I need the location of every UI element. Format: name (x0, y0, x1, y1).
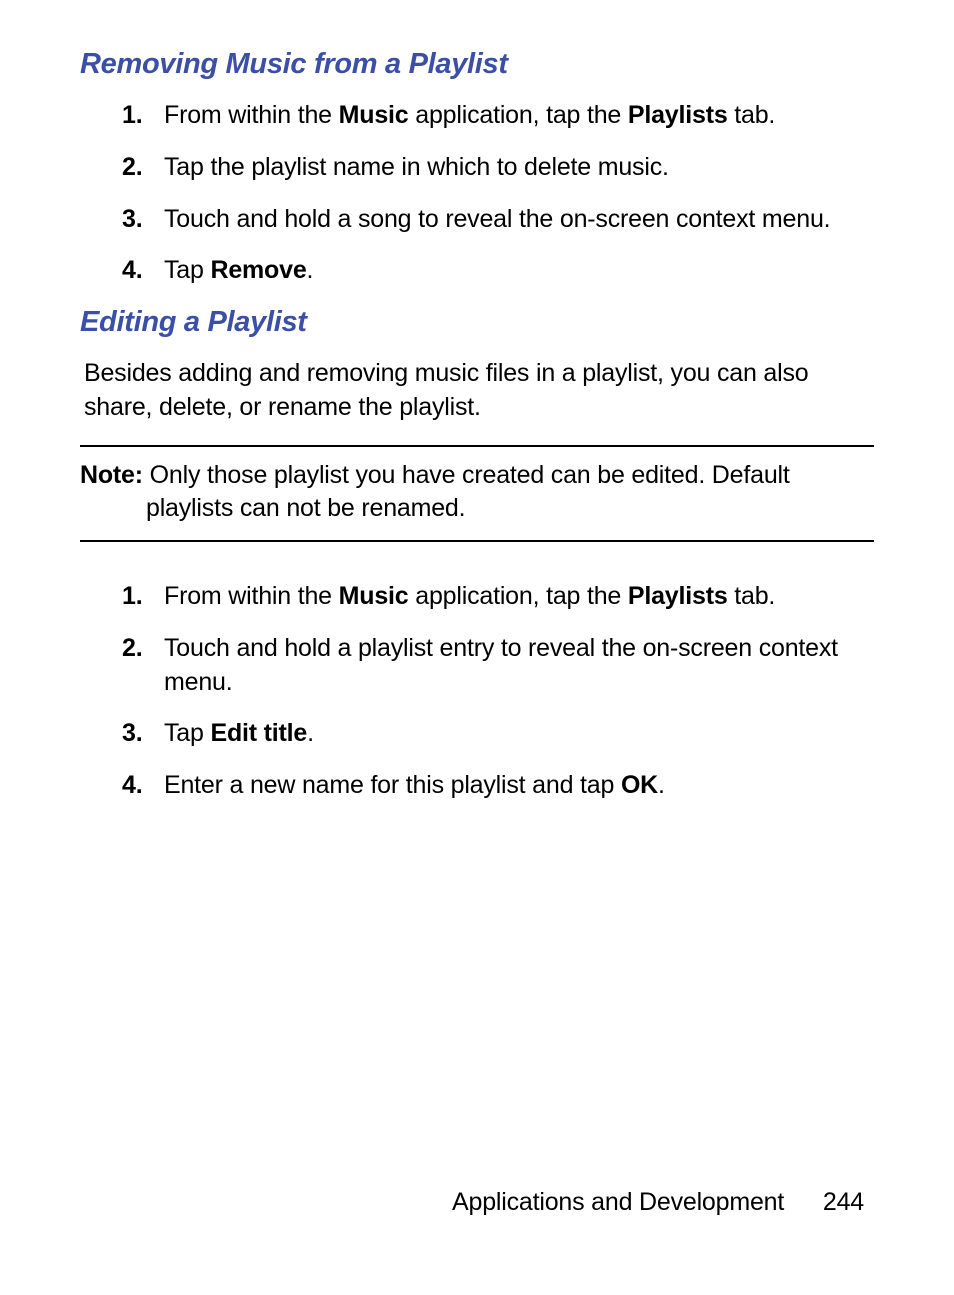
item-number: 1. (122, 99, 164, 133)
text: Enter a new name for this playlist and t… (164, 771, 621, 799)
bold-text: Playlists (628, 101, 728, 129)
item-content: From within the Music application, tap t… (164, 580, 874, 614)
item-content: Tap Edit title. (164, 717, 874, 751)
note-text: Only those playlist you have created can… (143, 461, 790, 489)
text: tab. (728, 101, 776, 129)
list-item: 4. Tap Remove. (122, 254, 874, 288)
note-label: Note: (80, 461, 143, 489)
heading-removing-music: Removing Music from a Playlist (80, 48, 874, 81)
item-number: 2. (122, 151, 164, 185)
text: From within the (164, 101, 339, 129)
item-content: Tap the playlist name in which to delete… (164, 151, 874, 185)
text: application, tap the (409, 101, 628, 129)
list-item: 3. Tap Edit title. (122, 717, 874, 751)
item-content: Tap Remove. (164, 254, 874, 288)
bold-text: OK (621, 771, 658, 799)
note-text-cont: playlists can not be renamed. (80, 492, 874, 526)
item-number: 4. (122, 254, 164, 288)
intro-paragraph: Besides adding and removing music files … (80, 357, 874, 425)
text: From within the (164, 582, 339, 610)
bold-text: Edit title (210, 719, 307, 747)
list-item: 2. Tap the playlist name in which to del… (122, 151, 874, 185)
text: Tap (164, 719, 210, 747)
text: . (307, 719, 314, 747)
text: tab. (728, 582, 776, 610)
item-number: 3. (122, 203, 164, 237)
item-content: Touch and hold a playlist entry to revea… (164, 632, 874, 700)
footer-page-number: 244 (823, 1188, 864, 1216)
list-item: 4. Enter a new name for this playlist an… (122, 769, 874, 803)
list-section2: 1. From within the Music application, ta… (80, 580, 874, 803)
heading-editing-playlist: Editing a Playlist (80, 306, 874, 339)
item-number: 4. (122, 769, 164, 803)
bold-text: Music (339, 101, 409, 129)
item-content: From within the Music application, tap t… (164, 99, 874, 133)
footer-chapter: Applications and Development (452, 1188, 784, 1216)
list-item: 1. From within the Music application, ta… (122, 580, 874, 614)
item-number: 2. (122, 632, 164, 700)
bold-text: Playlists (628, 582, 728, 610)
list-section1: 1. From within the Music application, ta… (80, 99, 874, 288)
list-item: 1. From within the Music application, ta… (122, 99, 874, 133)
item-number: 3. (122, 717, 164, 751)
item-content: Enter a new name for this playlist and t… (164, 769, 874, 803)
item-content: Touch and hold a song to reveal the on-s… (164, 203, 874, 237)
text: . (658, 771, 665, 799)
list-item: 3. Touch and hold a song to reveal the o… (122, 203, 874, 237)
text: application, tap the (409, 582, 628, 610)
note-box: Note: Only those playlist you have creat… (80, 445, 874, 543)
bold-text: Music (339, 582, 409, 610)
item-number: 1. (122, 580, 164, 614)
text: . (307, 256, 314, 284)
page-footer: Applications and Development 244 (452, 1188, 864, 1217)
list-item: 2. Touch and hold a playlist entry to re… (122, 632, 874, 700)
bold-text: Remove (210, 256, 306, 284)
text: Tap (164, 256, 210, 284)
